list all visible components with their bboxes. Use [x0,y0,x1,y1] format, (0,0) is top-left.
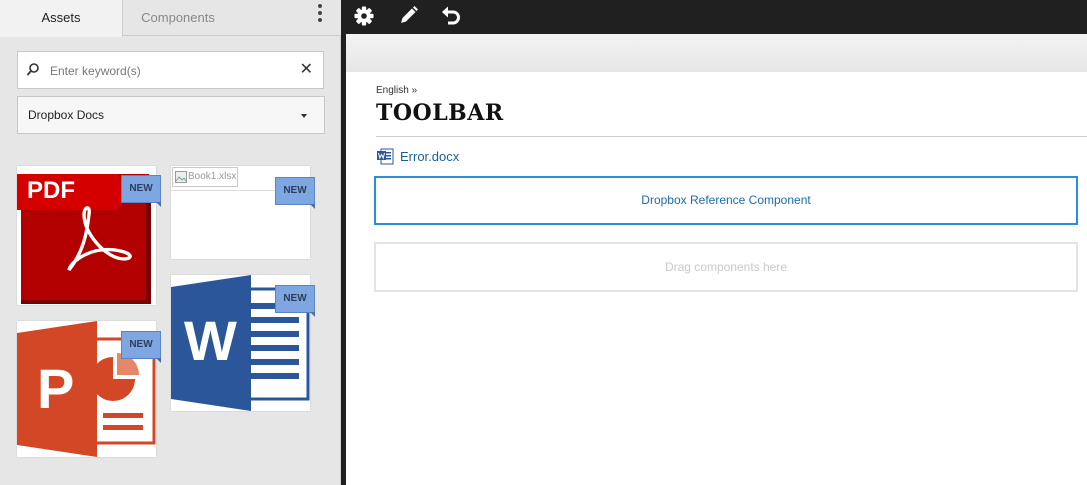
title-divider [376,136,1087,137]
pencil-icon [401,6,418,23]
page-header-band [346,34,1087,72]
pdf-icon-label: PDF [27,177,75,204]
undo-button[interactable] [438,3,464,29]
edit-button[interactable] [395,3,421,29]
asset-card-pdf[interactable]: PDF NEW [17,166,161,305]
powerpoint-icon-label: P [37,357,75,420]
chevron-down-icon [301,114,307,118]
word-icon-label: W [184,309,237,372]
panel-divider[interactable] [341,0,346,485]
gear-icon [354,6,374,26]
asset-source-value: Dropbox Docs [28,108,105,122]
asset-card-xlsx[interactable]: Book1.xlsx NEW [171,166,315,259]
sidebar-tabs: Assets Components [0,0,341,37]
breadcrumb-language-link[interactable]: English [376,85,409,96]
settings-button[interactable] [351,3,377,29]
asset-card-docx[interactable]: W NEW [171,275,315,411]
dropbox-reference-component-label: Dropbox Reference Component [641,193,811,207]
new-badge: NEW [121,175,161,207]
search-field: ✕ [17,51,324,89]
drag-drop-zone-label: Drag components here [664,260,788,274]
undo-icon [442,6,460,25]
editor-toolbar [341,0,1087,34]
document-link-label: Error.docx [400,149,460,164]
dropbox-reference-component[interactable]: Dropbox Reference Component [374,176,1078,225]
broken-image-icon [175,171,187,183]
broken-image-alt-text: Book1.xlsx [188,171,237,182]
broken-image-placeholder: Book1.xlsx [172,167,238,187]
drag-drop-zone[interactable]: Drag components here [374,242,1078,292]
asset-card-pptx[interactable]: P NEW [17,321,161,457]
page-title: TOOLBAR [376,100,504,126]
asset-source-select[interactable]: Dropbox Docs [17,96,325,134]
tab-components[interactable]: Components [123,0,233,36]
clear-search-icon[interactable]: ✕ [300,61,313,79]
tab-assets[interactable]: Assets [0,0,123,37]
new-badge: NEW [275,177,315,209]
breadcrumb: English » [376,85,417,96]
new-badge: NEW [275,285,315,317]
new-badge: NEW [121,331,161,363]
word-document-icon [377,148,394,165]
search-icon [26,63,39,76]
assets-sidebar: Assets Components ✕ Dropbox Docs PDF NEW [0,0,341,485]
breadcrumb-separator: » [411,85,418,96]
more-options-icon[interactable] [313,2,327,24]
search-input[interactable] [48,60,292,82]
